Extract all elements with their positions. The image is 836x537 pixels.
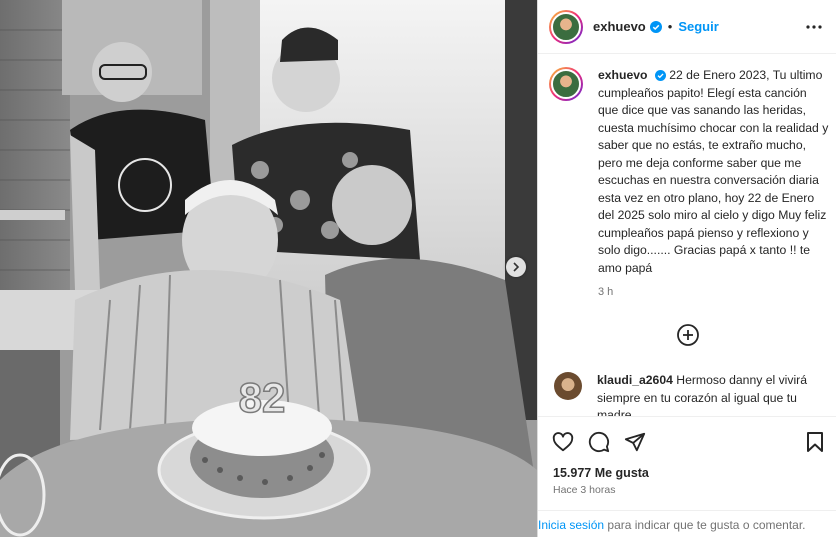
comment-text-block: klaudi_a2604 Hermoso danny el vivirá sie…: [597, 372, 822, 416]
caption: exhuevo 22 de Enero 2023, Tu ultimo cump…: [549, 67, 829, 277]
header-separator: •: [667, 19, 673, 34]
birthday-photo: 82: [0, 0, 537, 537]
candle-number: 82: [239, 374, 286, 421]
likes-count[interactable]: 15.977 Me gusta: [553, 466, 649, 480]
follow-button[interactable]: Seguir: [678, 19, 718, 34]
header-username[interactable]: exhuevo: [593, 19, 646, 34]
post-photo[interactable]: 82: [0, 0, 537, 537]
share-icon[interactable]: [624, 431, 646, 453]
comment-icon[interactable]: [588, 431, 610, 453]
login-prompt-text: para indicar que te gusta o comentar.: [607, 518, 806, 532]
post-date: Hace 3 horas: [553, 484, 616, 496]
comments-section: exhuevo 22 de Enero 2023, Tu ultimo cump…: [538, 55, 836, 416]
verified-badge-icon: [654, 70, 666, 81]
bookmark-icon[interactable]: [805, 431, 825, 453]
caption-text: 22 de Enero 2023, Tu ultimo cumpleaños p…: [598, 68, 829, 275]
add-circle-icon[interactable]: [676, 323, 700, 347]
heart-icon[interactable]: [552, 431, 574, 453]
verified-badge-icon: [649, 20, 662, 33]
login-prompt: Inicia sesión para indicar que te gusta …: [538, 510, 836, 537]
login-link[interactable]: Inicia sesión: [538, 518, 604, 532]
caption-time[interactable]: 3 h: [598, 286, 613, 298]
comment-item: klaudi_a2604 Hermoso danny el vivirá sie…: [554, 372, 824, 416]
post-side-panel: exhuevo • Seguir exhuevo 22 de Enero 202…: [537, 0, 836, 537]
post-header: exhuevo • Seguir: [538, 0, 836, 54]
caption-username[interactable]: exhuevo: [598, 68, 647, 82]
carousel-next-button[interactable]: [506, 257, 526, 277]
caption-text-block: exhuevo 22 de Enero 2023, Tu ultimo cump…: [598, 67, 829, 277]
action-bar: [538, 416, 836, 466]
comment-avatar[interactable]: [554, 372, 582, 400]
avatar[interactable]: [549, 9, 583, 44]
chevron-right-icon: [513, 262, 520, 272]
caption-avatar[interactable]: [549, 67, 583, 101]
more-icon[interactable]: [805, 18, 823, 36]
comment-username[interactable]: klaudi_a2604: [597, 373, 673, 387]
